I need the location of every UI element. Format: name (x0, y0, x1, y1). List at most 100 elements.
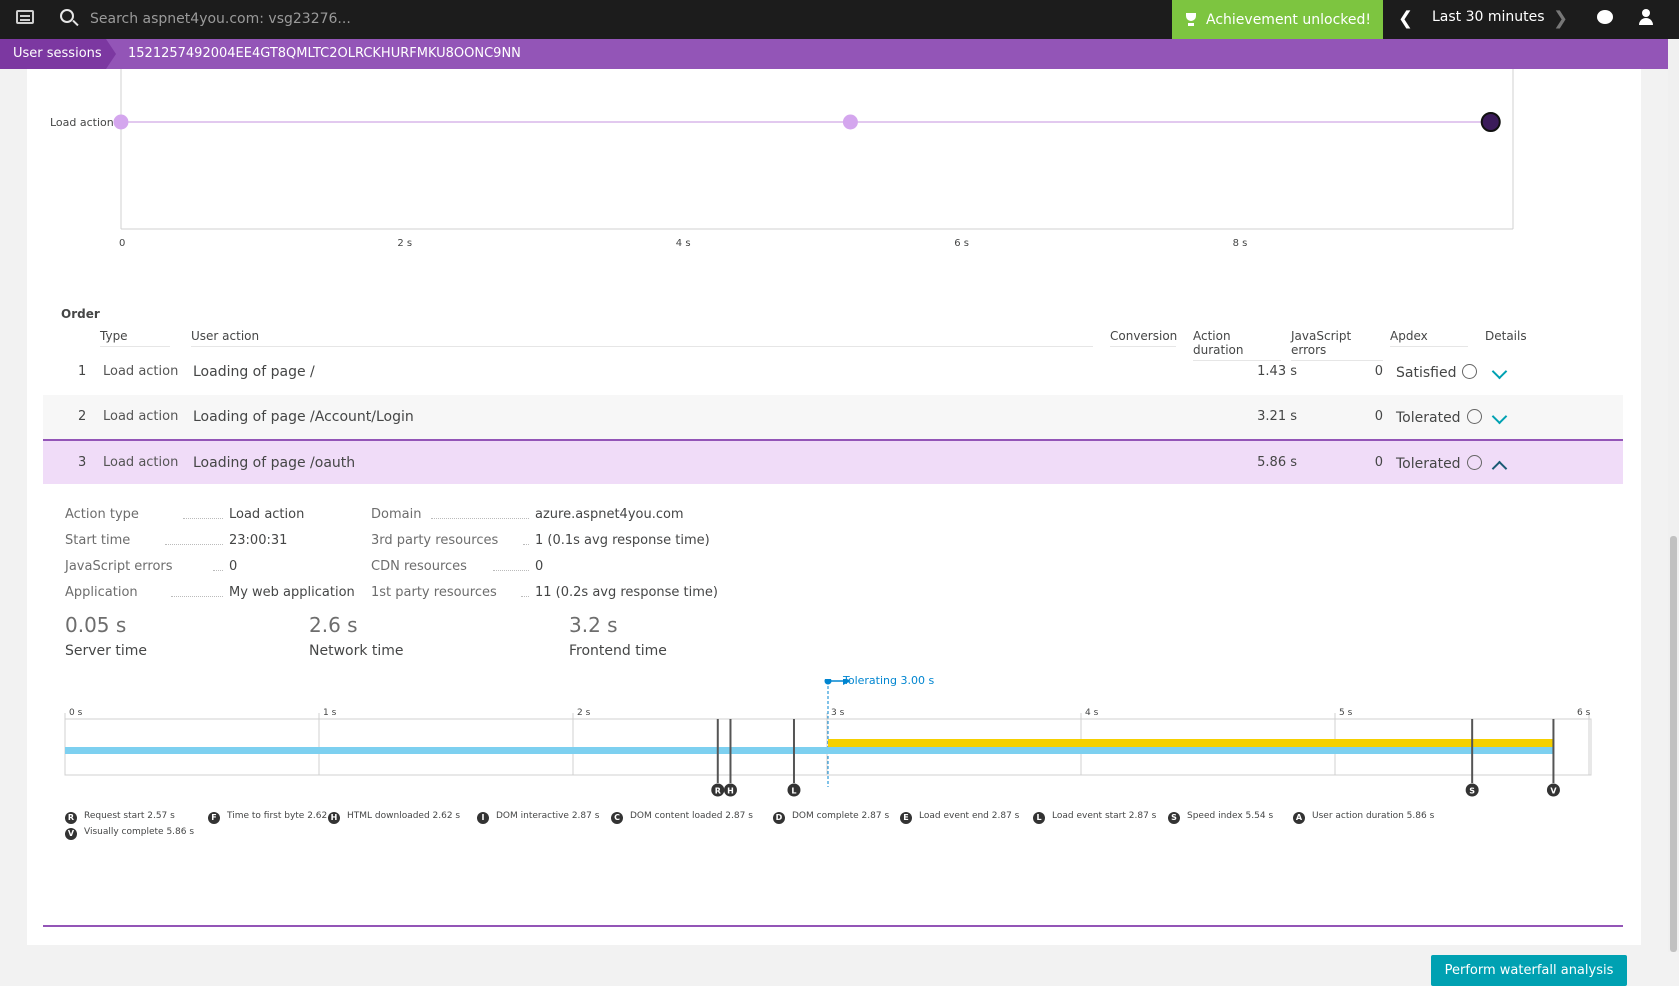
scroll-thumb[interactable] (1670, 536, 1677, 952)
legend-badge: A (1293, 812, 1305, 824)
chevron-left-icon[interactable]: ❮ (1398, 8, 1413, 29)
waterfall-tick-label: 1 s (323, 708, 337, 718)
detail-value: 0 (535, 559, 544, 574)
legend-badge: D (773, 812, 785, 824)
chevron-right-icon[interactable]: ❯ (1553, 8, 1568, 29)
frontend-time-value: 3.2 s (569, 613, 618, 637)
legend-badge: C (611, 812, 623, 824)
server-time-label: Server time (65, 643, 147, 659)
waterfall-tick-label: 2 s (577, 708, 591, 718)
legend-badge: L (1033, 812, 1045, 824)
chevron-down-icon[interactable] (1491, 363, 1508, 380)
breadcrumb-session-id: 1521257492004EE4GT8QMLTC2OLRCKHURFMKU8OO… (128, 46, 521, 61)
row-type: Load action (103, 409, 179, 424)
legend-badge: R (65, 812, 77, 824)
arrow-right-icon (843, 679, 851, 685)
legend-item: E Load event end 2.87 s (900, 811, 1019, 824)
detail-value: 23:00:31 (229, 533, 288, 548)
row-user-action[interactable]: Loading of page /oauth (193, 455, 355, 471)
detail-key: JavaScript errors (65, 559, 173, 574)
column-header-details: Details (1485, 329, 1527, 343)
timeline-tick-label: 6 s (954, 238, 969, 249)
detail-value: My web application (229, 585, 355, 600)
leader-dots (213, 559, 223, 571)
user-actions-timeline-chart: Load action 0 2 s 4 s 6 s 8 s (50, 69, 1514, 249)
row-order: 2 (78, 409, 87, 424)
timeline-point[interactable] (113, 114, 129, 130)
timeline-tick-label: 2 s (397, 238, 412, 249)
apdex-label: Tolerated (1396, 410, 1461, 426)
user-actions-table-header: Order Type User action Conversion Action… (43, 307, 1643, 361)
perform-waterfall-analysis-button[interactable]: Perform waterfall analysis (1431, 955, 1627, 986)
legend-item: A User action duration 5.86 s (1293, 811, 1434, 824)
trophy-icon (1184, 12, 1198, 27)
legend-badge: E (900, 812, 912, 824)
expanded-row-bottom-border (43, 925, 1623, 927)
row-user-action[interactable]: Loading of page /Account/Login (193, 409, 414, 425)
table-row-expanded[interactable]: 3 Load action Loading of page /oauth 5.8… (43, 439, 1623, 484)
leader-dots (493, 559, 529, 571)
leader-dots (431, 507, 529, 519)
column-header-user-action[interactable]: User action (191, 329, 1093, 347)
row-javascript-errors: 0 (1374, 364, 1383, 379)
detail-key: Action type (65, 507, 139, 522)
breadcrumb-user-sessions[interactable]: User sessions (0, 39, 116, 69)
detail-value: azure.aspnet4you.com (535, 507, 684, 522)
timeline-point-selected[interactable] (1480, 112, 1501, 132)
chevron-down-icon[interactable] (1491, 408, 1508, 425)
waterfall-marker-letter: V (1550, 787, 1557, 796)
row-apdex: Tolerated (1396, 455, 1482, 472)
search-input[interactable] (90, 7, 590, 31)
menu-icon[interactable] (16, 10, 34, 24)
table-row[interactable]: 1 Load action Loading of page / 1.43 s 0… (43, 350, 1623, 395)
waterfall-marker-letter: R (715, 787, 721, 796)
detail-value: 11 (0.2s avg response time) (535, 585, 718, 600)
column-header-conversion[interactable]: Conversion (1110, 329, 1177, 347)
legend-badge: H (328, 812, 340, 824)
timeline-point[interactable] (842, 114, 858, 130)
legend-item: H HTML downloaded 2.62 s (328, 811, 460, 824)
legend-label: Speed index 5.54 s (1187, 811, 1274, 821)
column-header-apdex[interactable]: Apdex (1390, 329, 1468, 347)
row-javascript-errors: 0 (1374, 409, 1383, 424)
row-action-duration: 5.86 s (1257, 455, 1297, 470)
legend-item: I DOM interactive 2.87 s (477, 811, 599, 824)
apdex-label: Satisfied (1396, 365, 1457, 381)
row-apdex: Tolerated (1396, 409, 1482, 426)
network-time-value: 2.6 s (309, 613, 358, 637)
legend-label: Time to first byte 2.62 s (227, 811, 335, 821)
legend-item: R Request start 2.57 s (65, 811, 175, 824)
legend-badge: V (65, 828, 77, 840)
chat-icon[interactable] (1597, 10, 1613, 24)
timeline-row-label: Load action (50, 116, 114, 129)
row-order: 1 (78, 364, 87, 379)
waterfall-tick-label: 3 s (831, 708, 845, 718)
achievement-label: Achievement unlocked! (1206, 11, 1371, 28)
detail-key: Application (65, 585, 138, 600)
achievement-banner[interactable]: Achievement unlocked! (1172, 0, 1383, 39)
legend-item: F Time to first byte 2.62 s (208, 811, 335, 824)
detail-value: Load action (229, 507, 305, 522)
table-row[interactable]: 2 Load action Loading of page /Account/L… (43, 395, 1623, 440)
column-header-order[interactable]: Order (61, 307, 100, 321)
waterfall-tick-label: 4 s (1085, 708, 1099, 718)
legend-label: Load event end 2.87 s (919, 811, 1020, 821)
row-user-action[interactable]: Loading of page / (193, 364, 315, 380)
leader-dots (183, 507, 223, 519)
column-header-type[interactable]: Type (100, 329, 170, 347)
detail-key: 3rd party resources (371, 533, 499, 548)
network-time-label: Network time (309, 643, 404, 659)
legend-item: L Load event start 2.87 s (1033, 811, 1156, 824)
scrollbar[interactable] (1668, 39, 1679, 952)
frontend-time-bar (828, 739, 1554, 747)
legend-badge: I (477, 812, 489, 824)
user-icon[interactable] (1639, 9, 1653, 25)
search-icon[interactable] (60, 9, 74, 23)
leader-dots (165, 533, 223, 545)
row-type: Load action (103, 364, 179, 379)
timeline-tick-label: 8 s (1233, 238, 1248, 249)
timeline-tick-label: 4 s (676, 238, 691, 249)
legend-label: HTML downloaded 2.62 s (347, 811, 461, 821)
timeframe-selector[interactable]: Last 30 minutes (1432, 9, 1545, 25)
chevron-up-icon[interactable] (1491, 460, 1508, 477)
